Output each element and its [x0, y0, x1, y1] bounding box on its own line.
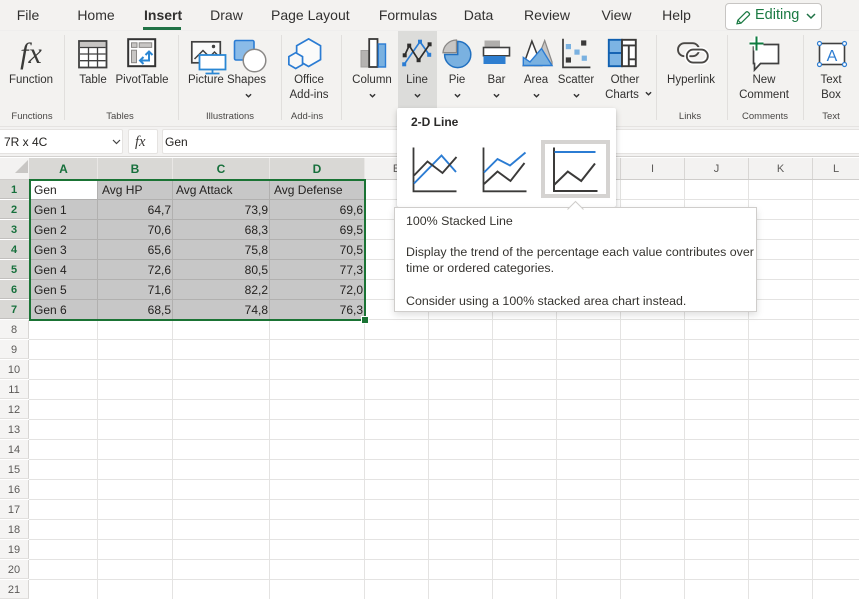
svg-text:A: A [827, 48, 838, 65]
